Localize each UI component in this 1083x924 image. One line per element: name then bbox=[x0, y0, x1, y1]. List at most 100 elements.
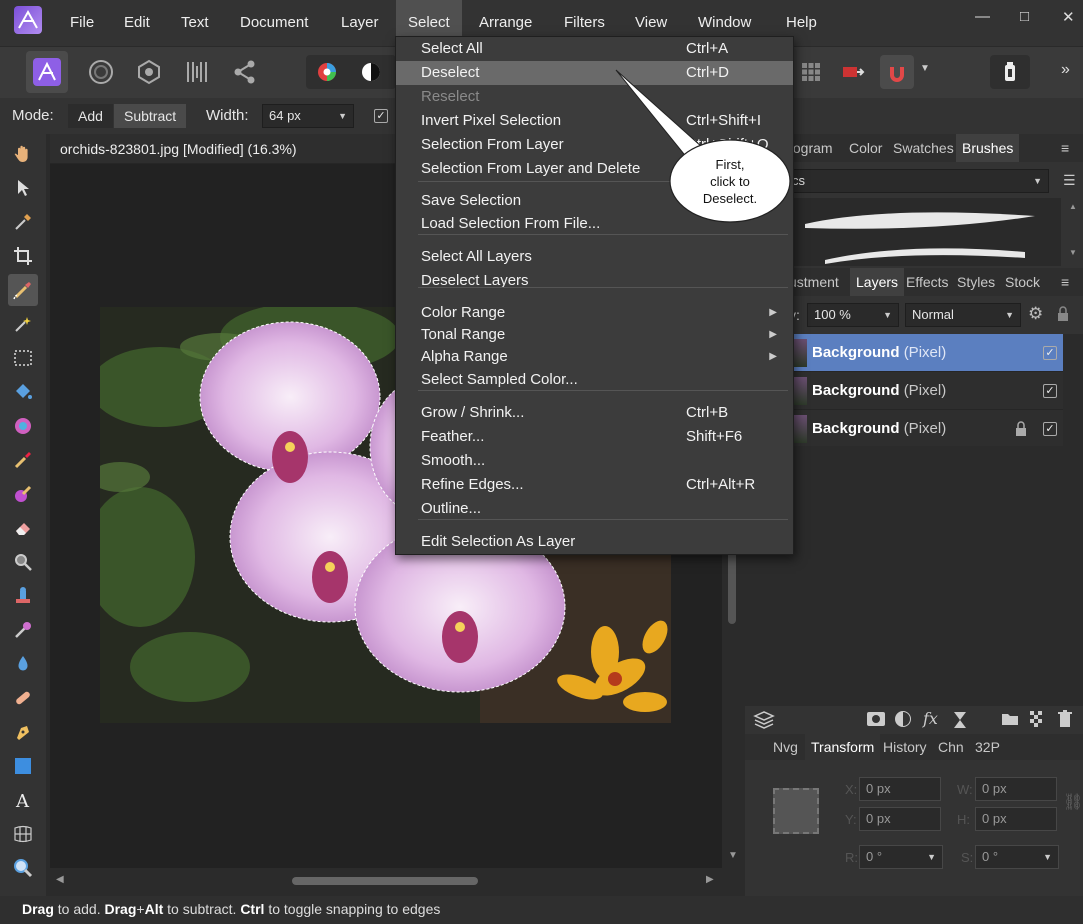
black-white-icon[interactable] bbox=[354, 55, 388, 89]
tab-effects[interactable]: Effects bbox=[900, 268, 955, 296]
tab-stock[interactable]: Stock bbox=[999, 268, 1046, 296]
brush-category-dropdown[interactable]: cs ▼ bbox=[785, 169, 1049, 193]
color-picker-tool-icon[interactable] bbox=[8, 208, 38, 236]
menu-item-edit-selection-as-layer[interactable]: Edit Selection As Layer bbox=[396, 530, 793, 554]
tab-swatches[interactable]: Swatches bbox=[887, 134, 960, 162]
tab-channels[interactable]: Chn bbox=[932, 734, 970, 760]
horizontal-scrollbar[interactable]: ◀ ▶ bbox=[50, 868, 722, 894]
brush-scroll-up-icon[interactable]: ▲ bbox=[1069, 202, 1077, 211]
shear-field[interactable]: 0 ° ▼ bbox=[975, 845, 1059, 869]
x-field[interactable]: 0 px bbox=[859, 777, 941, 801]
snapping-magnet-icon[interactable] bbox=[880, 55, 914, 89]
panel-menu-icon[interactable]: ≡ bbox=[1061, 274, 1069, 290]
close-button[interactable]: ✕ bbox=[1062, 8, 1075, 26]
y-field[interactable]: 0 px bbox=[859, 807, 941, 831]
tab-brushes[interactable]: Brushes bbox=[956, 134, 1020, 162]
clone-tool-icon[interactable] bbox=[8, 582, 38, 610]
scroll-right-arrow-icon[interactable]: ▶ bbox=[706, 874, 714, 885]
export-persona-icon[interactable] bbox=[224, 51, 266, 93]
paint-brush-tool-icon[interactable] bbox=[8, 446, 38, 474]
menu-item-alpha-range[interactable]: Alpha Range ▶ bbox=[396, 345, 793, 369]
crop-tool-icon[interactable] bbox=[8, 242, 38, 270]
layer-lock-icon[interactable] bbox=[1015, 421, 1027, 440]
flood-select-tool-icon[interactable] bbox=[8, 310, 38, 338]
menu-text[interactable]: Text bbox=[169, 0, 221, 46]
vertical-scroll-thumb[interactable] bbox=[728, 544, 736, 624]
tone-mapping-persona-icon[interactable] bbox=[176, 51, 218, 93]
minimize-button[interactable]: — bbox=[975, 8, 990, 25]
mask-layer-icon[interactable] bbox=[867, 712, 885, 726]
snap-checkbox[interactable]: ✓ bbox=[374, 109, 388, 123]
menu-item-select-all[interactable]: Select All Ctrl+A bbox=[396, 37, 793, 61]
tab-layers[interactable]: Layers bbox=[850, 268, 905, 296]
tab-navigator[interactable]: Nvg bbox=[767, 734, 804, 760]
tab-32p[interactable]: 32P bbox=[969, 734, 1006, 760]
layer-stack-icon[interactable] bbox=[753, 710, 775, 733]
rectangle-tool-icon[interactable] bbox=[8, 752, 38, 780]
liquify-persona-icon[interactable] bbox=[80, 51, 122, 93]
opacity-dropdown[interactable]: 100 % ▼ bbox=[807, 303, 899, 327]
rotation-field[interactable]: 0 ° ▼ bbox=[859, 845, 943, 869]
color-replacement-tool-icon[interactable] bbox=[8, 480, 38, 508]
scroll-down-arrow-icon[interactable]: ▼ bbox=[728, 850, 738, 861]
tab-styles[interactable]: Styles bbox=[951, 268, 1001, 296]
scroll-left-arrow-icon[interactable]: ◀ bbox=[56, 874, 64, 885]
trash-icon[interactable] bbox=[1058, 710, 1072, 731]
menu-item-select-all-layers[interactable]: Select All Layers bbox=[396, 245, 793, 269]
layer-visibility-checkbox[interactable]: ✓ bbox=[1043, 384, 1057, 398]
move-tool-icon[interactable] bbox=[8, 174, 38, 202]
toolbar-overflow-button[interactable]: » bbox=[1061, 61, 1070, 79]
fx-icon[interactable]: fx bbox=[923, 709, 938, 728]
blend-mode-dropdown[interactable]: Normal ▼ bbox=[905, 303, 1021, 327]
brush-view-options-icon[interactable]: ☰ bbox=[1063, 172, 1076, 189]
zoom-tool-icon[interactable] bbox=[8, 854, 38, 882]
menu-item-refine-edges[interactable]: Refine Edges... Ctrl+Alt+R bbox=[396, 473, 793, 497]
gear-icon[interactable]: ⚙ bbox=[1028, 304, 1043, 324]
adjustment-icon[interactable] bbox=[895, 711, 911, 727]
menu-item-grow-shrink[interactable]: Grow / Shrink... Ctrl+B bbox=[396, 401, 793, 425]
erase-tool-icon[interactable] bbox=[8, 514, 38, 542]
flood-fill-tool-icon[interactable] bbox=[8, 378, 38, 406]
brush-preview-list[interactable] bbox=[785, 198, 1061, 266]
panel-menu-icon[interactable]: ≡ bbox=[1061, 140, 1069, 156]
tab-transform[interactable]: Transform bbox=[805, 734, 881, 760]
menu-item-feather[interactable]: Feather... Shift+F6 bbox=[396, 425, 793, 449]
pen-tool-icon[interactable] bbox=[8, 718, 38, 746]
menu-layer[interactable]: Layer bbox=[329, 0, 391, 46]
menu-item-deselect-layers[interactable]: Deselect Layers bbox=[396, 269, 793, 293]
mode-add-button[interactable]: Add bbox=[68, 104, 113, 128]
tab-color[interactable]: Color bbox=[843, 134, 888, 162]
gradient-tool-icon[interactable] bbox=[8, 412, 38, 440]
photo-persona-icon[interactable] bbox=[26, 51, 68, 93]
brush-scroll-down-icon[interactable]: ▼ bbox=[1069, 248, 1077, 257]
blur-brush-tool-icon[interactable] bbox=[8, 650, 38, 678]
horizontal-scroll-thumb[interactable] bbox=[292, 877, 478, 885]
pixel-layer-icon[interactable] bbox=[1030, 711, 1044, 730]
layer-visibility-checkbox[interactable]: ✓ bbox=[1043, 422, 1057, 436]
width-dropdown[interactable]: 64 px ▼ bbox=[262, 104, 354, 128]
menu-item-smooth[interactable]: Smooth... bbox=[396, 449, 793, 473]
view-hand-tool-icon[interactable] bbox=[8, 140, 38, 168]
snapping-dropdown-chevron-icon[interactable]: ▼ bbox=[920, 63, 930, 74]
menu-item-color-range[interactable]: Color Range ▶ bbox=[396, 301, 793, 325]
menu-item-tonal-range[interactable]: Tonal Range ▶ bbox=[396, 323, 793, 347]
mesh-warp-tool-icon[interactable] bbox=[8, 820, 38, 848]
marquee-tool-icon[interactable] bbox=[8, 344, 38, 372]
menu-item-select-sampled-color[interactable]: Select Sampled Color... bbox=[396, 368, 793, 392]
menu-item-outline[interactable]: Outline... bbox=[396, 497, 793, 521]
healing-brush-tool-icon[interactable] bbox=[8, 684, 38, 712]
layer-visibility-checkbox[interactable]: ✓ bbox=[1043, 346, 1057, 360]
live-filter-icon[interactable] bbox=[953, 711, 967, 732]
anchor-selector-icon[interactable] bbox=[773, 788, 819, 834]
quick-mask-icon[interactable] bbox=[836, 55, 870, 89]
text-tool-icon[interactable]: A bbox=[8, 786, 38, 814]
dodge-tool-icon[interactable] bbox=[8, 548, 38, 576]
menu-document[interactable]: Document bbox=[228, 0, 320, 46]
color-wheel-icon[interactable] bbox=[310, 55, 344, 89]
blemish-removal-tool-icon[interactable] bbox=[8, 616, 38, 644]
lock-icon[interactable] bbox=[1057, 306, 1069, 325]
menu-file[interactable]: File bbox=[58, 0, 106, 46]
mode-subtract-button[interactable]: Subtract bbox=[114, 104, 187, 128]
w-field[interactable]: 0 px bbox=[975, 777, 1057, 801]
assistant-icon[interactable] bbox=[990, 55, 1030, 89]
